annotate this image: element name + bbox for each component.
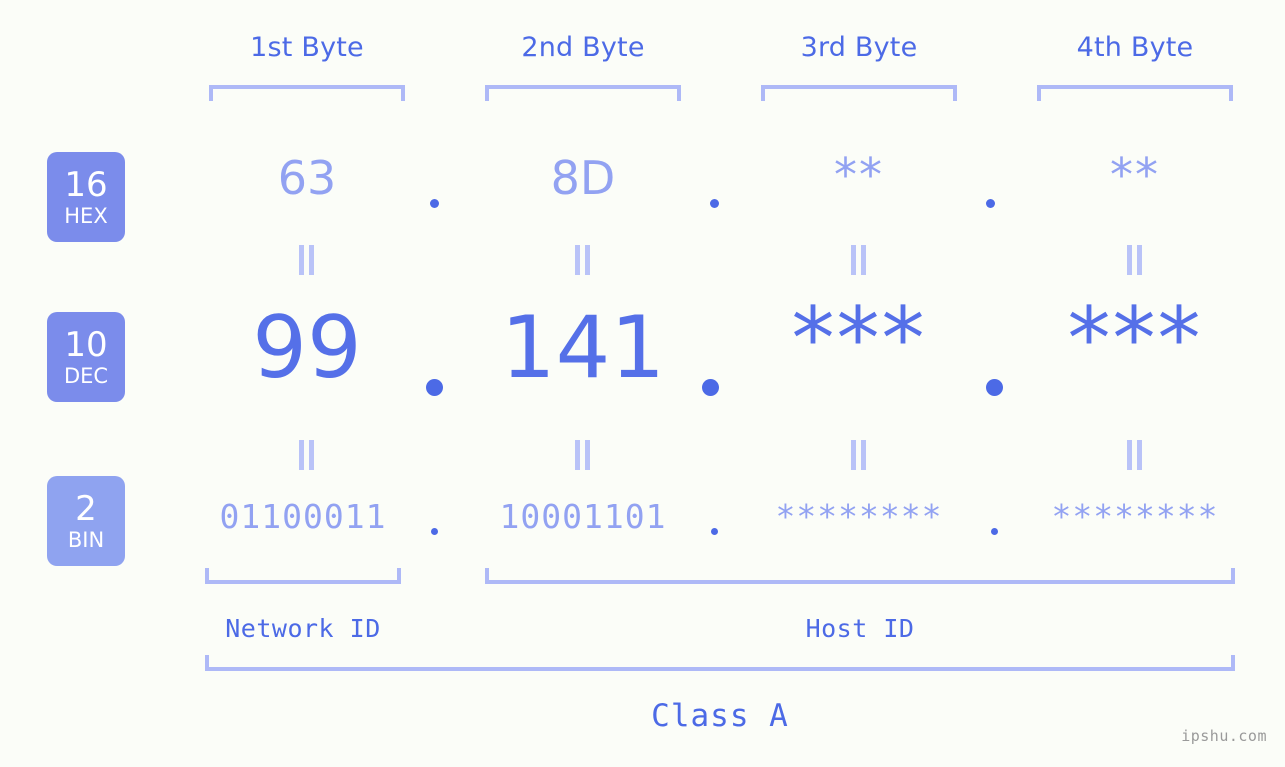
class-bracket: [205, 655, 1235, 671]
dec-byte-2-value: 141: [500, 298, 666, 398]
bin-separator-dot-2: [711, 528, 718, 535]
site-watermark: ipshu.com: [1181, 727, 1267, 745]
radix-badge-bin: 2 BIN: [47, 476, 125, 566]
bin-byte-2-value: 10001101: [499, 497, 667, 536]
byte-header-4: 4th Byte: [1076, 32, 1194, 63]
equals-mark-hex-dec-4: [1124, 245, 1146, 275]
dec-separator-dot-3: [986, 379, 1003, 396]
hex-byte-1-value: 63: [277, 151, 337, 205]
radix-badge-dec: 10 DEC: [47, 312, 125, 402]
bin-separator-dot-3: [991, 528, 998, 535]
radix-badge-dec-name: DEC: [63, 363, 109, 388]
host-id-label: Host ID: [805, 614, 915, 643]
equals-mark-hex-dec-3: [848, 245, 870, 275]
byte-bracket-3: [761, 85, 957, 101]
equals-mark-dec-bin-4: [1124, 440, 1146, 470]
host-id-bracket: [485, 568, 1235, 584]
hex-byte-4-value: **: [1110, 148, 1160, 202]
hex-byte-3-value: **: [834, 148, 884, 202]
equals-mark-dec-bin-3: [848, 440, 870, 470]
hex-byte-2-value: 8D: [550, 151, 616, 205]
byte-bracket-1: [209, 85, 405, 101]
radix-badge-dec-number: 10: [64, 324, 108, 365]
equals-mark-hex-dec-2: [572, 245, 594, 275]
hex-separator-dot-3: [986, 199, 995, 208]
dec-separator-dot-1: [426, 379, 443, 396]
byte-header-2: 2nd Byte: [521, 32, 645, 63]
network-id-bracket: [205, 568, 401, 584]
equals-mark-hex-dec-1: [296, 245, 318, 275]
hex-separator-dot-1: [430, 199, 439, 208]
equals-mark-dec-bin-2: [572, 440, 594, 470]
byte-header-1: 1st Byte: [250, 32, 364, 63]
byte-header-3: 3rd Byte: [800, 32, 918, 63]
byte-bracket-4: [1037, 85, 1233, 101]
bin-separator-dot-1: [431, 528, 438, 535]
dec-byte-1-value: 99: [252, 298, 362, 398]
bin-byte-3-value: ********: [775, 497, 943, 536]
network-id-label: Network ID: [225, 614, 381, 643]
radix-badge-bin-number: 2: [75, 488, 97, 529]
dec-byte-3-value: ***: [791, 289, 927, 389]
radix-badge-hex: 16 HEX: [47, 152, 125, 242]
equals-mark-dec-bin-1: [296, 440, 318, 470]
dec-byte-4-value: ***: [1067, 289, 1203, 389]
radix-badge-hex-number: 16: [64, 164, 108, 205]
bin-byte-4-value: ********: [1051, 497, 1219, 536]
bin-byte-1-value: 01100011: [219, 497, 387, 536]
ip-address-breakdown-diagram: 1st Byte 2nd Byte 3rd Byte 4th Byte 16 H…: [0, 0, 1285, 767]
radix-badge-hex-name: HEX: [64, 203, 108, 228]
byte-bracket-2: [485, 85, 681, 101]
hex-separator-dot-2: [710, 199, 719, 208]
dec-separator-dot-2: [702, 379, 719, 396]
class-label: Class A: [651, 698, 789, 734]
radix-badge-bin-name: BIN: [67, 527, 105, 552]
